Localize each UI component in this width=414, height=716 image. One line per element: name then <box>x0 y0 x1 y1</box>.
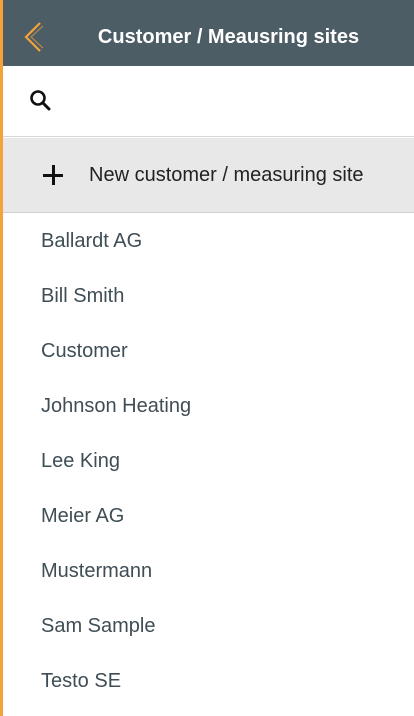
list-item[interactable]: Bill Smith <box>3 269 414 324</box>
search-icon[interactable] <box>27 87 55 115</box>
header-bar: Customer / Meausring sites <box>3 8 414 66</box>
list-item[interactable]: Testo SE <box>3 654 414 709</box>
app-frame: Customer / Meausring sites New customer … <box>0 0 414 716</box>
new-customer-label: New customer / measuring site <box>89 163 364 186</box>
page-title: Customer / Meausring sites <box>97 25 360 48</box>
back-button[interactable] <box>3 8 63 66</box>
plus-icon <box>41 163 65 187</box>
customer-list: Ballardt AG Bill Smith Customer Johnson … <box>3 214 414 709</box>
new-customer-button[interactable]: New customer / measuring site <box>3 138 414 213</box>
list-item[interactable]: Ballardt AG <box>3 214 414 269</box>
list-item[interactable]: Customer <box>3 324 414 379</box>
list-item[interactable]: Mustermann <box>3 544 414 599</box>
list-item[interactable]: Johnson Heating <box>3 379 414 434</box>
list-item[interactable]: Meier AG <box>3 489 414 544</box>
chevron-left-icon <box>24 22 44 52</box>
list-item[interactable]: Lee King <box>3 434 414 489</box>
search-input[interactable] <box>61 81 414 121</box>
search-bar <box>3 66 414 137</box>
status-strip <box>3 0 414 8</box>
list-item[interactable]: Sam Sample <box>3 599 414 654</box>
